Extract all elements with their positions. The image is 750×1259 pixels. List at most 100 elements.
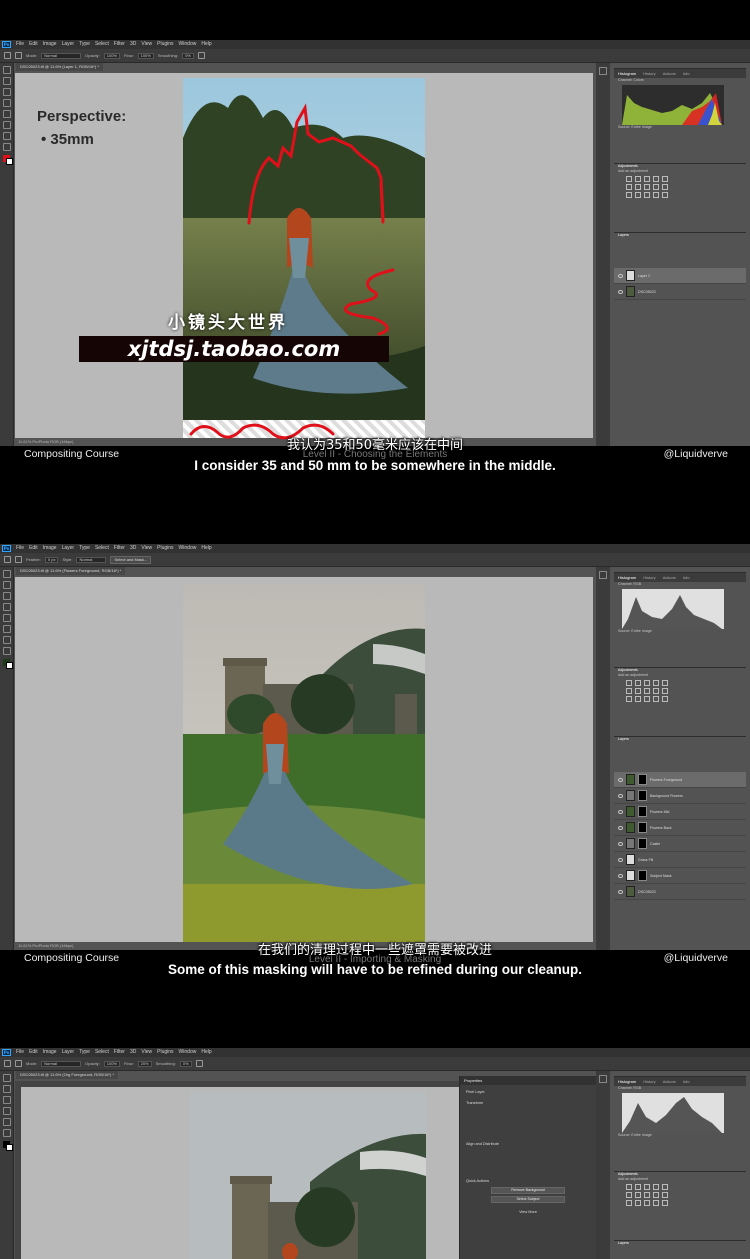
menu-item-image[interactable]: Image — [43, 40, 57, 49]
brightness-icon[interactable] — [626, 680, 632, 686]
document-tab[interactable]: DSC05023.tif @ 11.6% (Flowers Foreground… — [16, 567, 126, 575]
lasso-tool-icon[interactable] — [3, 1096, 11, 1104]
menu-item-file[interactable]: File — [16, 1048, 24, 1057]
bw-icon[interactable] — [644, 1192, 650, 1198]
menu-item-type[interactable]: Type — [79, 1048, 90, 1057]
visibility-eye-icon[interactable] — [618, 889, 623, 894]
color-balance-icon[interactable] — [635, 688, 641, 694]
brush-tool-icon[interactable] — [3, 614, 11, 622]
bw-icon[interactable] — [644, 184, 650, 190]
tab-histogram[interactable]: Histogram — [618, 1077, 636, 1086]
move-tool-icon[interactable] — [3, 570, 11, 578]
brush-tool-icon[interactable] — [15, 52, 22, 59]
levels-icon[interactable] — [635, 176, 641, 182]
home-icon[interactable] — [4, 52, 11, 59]
exposure-icon[interactable] — [653, 176, 659, 182]
document-tab[interactable]: DSC05023.tif @ 11.6% (Layer 1, RGB/16*) … — [16, 63, 103, 71]
hue-icon[interactable] — [626, 184, 632, 190]
menu-item-filter[interactable]: Filter — [114, 1048, 125, 1057]
more-tools-icon[interactable] — [3, 143, 11, 151]
layer-row[interactable]: Background Flowers — [614, 788, 746, 804]
curves-icon[interactable] — [644, 176, 650, 182]
menu-item-view[interactable]: View — [141, 1048, 152, 1057]
document-tab[interactable]: DSC05023.tif @ 11.6% (Org Foreground, RG… — [16, 1071, 119, 1079]
menu-item-image[interactable]: Image — [43, 1048, 57, 1057]
tab-info[interactable]: Info — [683, 1077, 690, 1086]
home-icon[interactable] — [4, 1060, 11, 1067]
exposure-icon[interactable] — [653, 1184, 659, 1190]
document-image[interactable] — [183, 584, 425, 942]
menu-item-window[interactable]: Window — [179, 40, 197, 49]
layer-row[interactable]: Layer 1 — [614, 268, 746, 284]
levels-icon[interactable] — [635, 680, 641, 686]
threshold-icon[interactable] — [644, 1200, 650, 1206]
source-select[interactable]: Entire Image — [631, 1133, 651, 1137]
layer-row[interactable]: DSC05023 — [614, 284, 746, 300]
select-subject-button[interactable]: Select Subject — [491, 1196, 565, 1203]
home-icon[interactable] — [4, 556, 11, 563]
stamp-tool-icon[interactable] — [3, 121, 11, 129]
layer-row[interactable]: Grass Fill — [614, 852, 746, 868]
menu-item-type[interactable]: Type — [79, 40, 90, 49]
channel-mixer-icon[interactable] — [662, 1192, 668, 1198]
source-select[interactable]: Entire Image — [631, 629, 651, 633]
vibrance-icon[interactable] — [662, 1184, 668, 1190]
channel-select[interactable]: RGB — [633, 582, 641, 586]
menu-item-3d[interactable]: 3D — [130, 1048, 136, 1057]
menu-item-window[interactable]: Window — [179, 544, 197, 553]
gear-icon[interactable] — [195, 1060, 203, 1067]
crop-tool-icon[interactable] — [3, 603, 11, 611]
invert-icon[interactable] — [626, 696, 632, 702]
visibility-eye-icon[interactable] — [618, 273, 623, 278]
menu-item-file[interactable]: File — [16, 544, 24, 553]
menu-item-layer[interactable]: Layer — [62, 544, 75, 553]
panel-collapse-icon[interactable] — [599, 67, 607, 75]
invert-icon[interactable] — [626, 1200, 632, 1206]
vibrance-icon[interactable] — [662, 680, 668, 686]
bw-icon[interactable] — [644, 688, 650, 694]
tab-actions[interactable]: Actions — [663, 573, 676, 582]
channel-mixer-icon[interactable] — [662, 184, 668, 190]
view-more-link[interactable]: View More — [460, 1205, 596, 1216]
visibility-eye-icon[interactable] — [618, 777, 623, 782]
mode-select[interactable]: Normal — [41, 1060, 82, 1067]
visibility-eye-icon[interactable] — [618, 825, 623, 830]
more-tools-icon[interactable] — [3, 1129, 11, 1137]
style-select[interactable]: Normal — [76, 556, 107, 563]
channel-select[interactable]: Colors — [633, 78, 643, 82]
tab-histogram[interactable]: Histogram — [618, 69, 636, 78]
menu-item-layer[interactable]: Layer — [62, 40, 75, 49]
menu-item-edit[interactable]: Edit — [29, 1048, 38, 1057]
menu-item-window[interactable]: Window — [179, 1048, 197, 1057]
menu-item-select[interactable]: Select — [95, 40, 109, 49]
background-color-swatch[interactable] — [6, 158, 13, 165]
visibility-eye-icon[interactable] — [618, 289, 623, 294]
menu-item-edit[interactable]: Edit — [29, 40, 38, 49]
photo-filter-icon[interactable] — [653, 184, 659, 190]
layer-row[interactable]: Flowers Back — [614, 820, 746, 836]
color-balance-icon[interactable] — [635, 184, 641, 190]
layer-row[interactable]: Flowers Foreground — [614, 772, 746, 788]
marquee-tool-icon[interactable] — [3, 581, 11, 589]
move-tool-icon[interactable] — [3, 66, 11, 74]
marquee-tool-icon[interactable] — [15, 556, 22, 563]
tab-info[interactable]: Info — [683, 573, 690, 582]
hue-icon[interactable] — [626, 688, 632, 694]
selective-color-icon[interactable] — [662, 192, 668, 198]
color-balance-icon[interactable] — [635, 1192, 641, 1198]
layer-row[interactable]: DSC05023 — [614, 884, 746, 900]
flow-field[interactable]: 100% — [137, 52, 154, 59]
mode-select[interactable]: Normal — [41, 52, 82, 59]
menu-item-plugins[interactable]: Plugins — [157, 40, 173, 49]
tab-actions[interactable]: Actions — [663, 69, 676, 78]
selective-color-icon[interactable] — [662, 1200, 668, 1206]
eraser-tool-icon[interactable] — [3, 132, 11, 140]
brightness-icon[interactable] — [626, 1184, 632, 1190]
posterize-icon[interactable] — [635, 192, 641, 198]
posterize-icon[interactable] — [635, 1200, 641, 1206]
photo-filter-icon[interactable] — [653, 688, 659, 694]
curves-icon[interactable] — [644, 680, 650, 686]
visibility-eye-icon[interactable] — [618, 809, 623, 814]
move-tool-icon[interactable] — [3, 1074, 11, 1082]
tab-actions[interactable]: Actions — [663, 1077, 676, 1086]
